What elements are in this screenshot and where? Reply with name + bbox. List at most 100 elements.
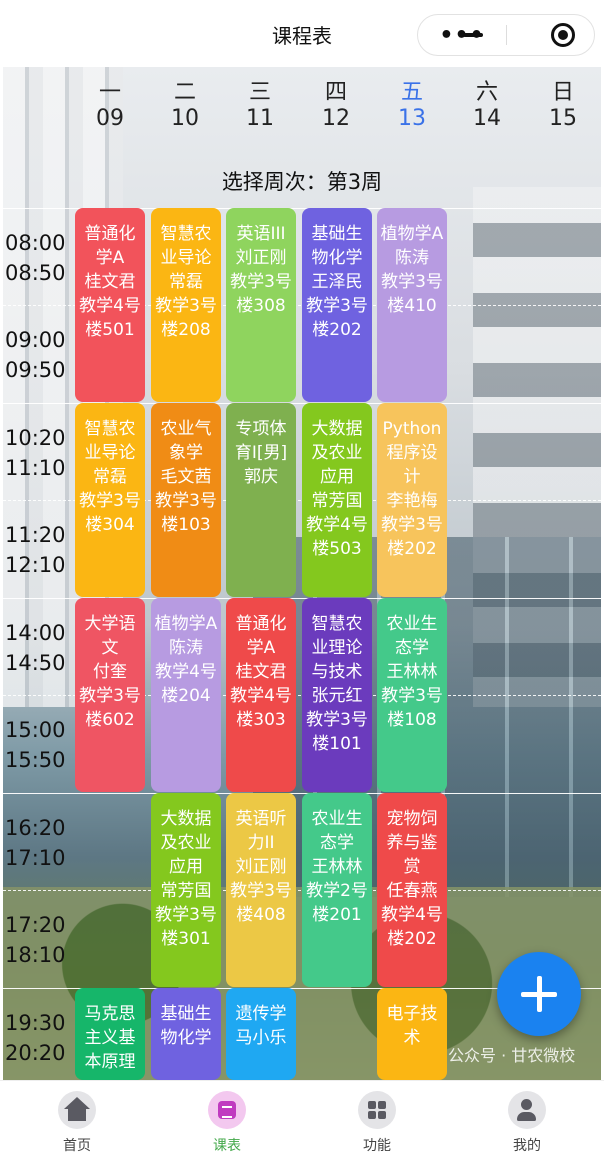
weekday-7: 日 15 (533, 80, 593, 132)
bottom-tab-bar: 首页 课表 功能 我的 (0, 1080, 604, 1162)
weekday-name: 六 (475, 80, 498, 105)
course-card-text: 植物学A 陈涛 教学3号楼410 (380, 224, 444, 316)
time-label: 19:30 (5, 1011, 66, 1035)
weekday-name: 三 (248, 80, 271, 105)
add-course-button[interactable] (497, 952, 581, 1036)
course-card[interactable]: 大数据及农业应用 常芳国 教学4号楼503 (302, 403, 372, 597)
minimize-icon[interactable] (463, 33, 483, 37)
weekday-1: 一 09 (80, 80, 140, 132)
course-card-text: Python程序设计 李艳梅 教学3号楼202 (381, 419, 443, 559)
course-card[interactable]: 植物学A 陈涛 教学4号楼204 (151, 598, 221, 792)
course-card-text: 遗传学 马小乐 (235, 1004, 287, 1048)
weekday-4: 四 12 (306, 80, 366, 132)
course-card-text: 普通化学A 桂文君 教学4号楼501 (79, 224, 141, 340)
course-card-text: 英语听力II 刘正刚 教学3号楼408 (230, 809, 292, 925)
time-label: 15:00 (5, 718, 66, 742)
course-card-text: 大学语文 付奎 教学3号楼602 (79, 614, 141, 730)
course-card[interactable]: 植物学A 陈涛 教学3号楼410 (377, 208, 447, 402)
course-card-text: 大数据及农业应用 常芳国 教学4号楼503 (306, 419, 368, 559)
course-card-text: 智慧农业理论与技术 张元红 教学3号楼101 (306, 614, 368, 754)
time-label: 20:20 (5, 1041, 66, 1065)
schedule-icon (208, 1091, 246, 1129)
time-label: 17:10 (5, 846, 66, 870)
course-card[interactable]: 基础生物化学 (151, 988, 221, 1080)
plus-icon-vertical (536, 976, 542, 1012)
course-card[interactable]: 智慧农业理论与技术 张元红 教学3号楼101 (302, 598, 372, 792)
course-card[interactable]: 英语III 刘正刚 教学3号楼308 (226, 208, 296, 402)
time-label: 09:50 (5, 358, 66, 382)
tab-home-label: 首页 (63, 1138, 91, 1154)
course-card-text: 电子技术 (386, 1004, 438, 1048)
time-label: 11:10 (5, 456, 66, 480)
course-card-text: 基础生物化学 (160, 1004, 212, 1048)
tab-profile[interactable]: 我的 (482, 1091, 572, 1155)
time-label: 14:50 (5, 651, 66, 675)
course-card-text: 普通化学A 桂文君 教学4号楼303 (230, 614, 292, 730)
weekday-name: 一 (98, 80, 121, 105)
course-card-text: 农业生态学 王林林 教学3号楼108 (381, 614, 443, 730)
course-card[interactable]: 大学语文 付奎 教学3号楼602 (75, 598, 145, 792)
time-label: 15:50 (5, 748, 66, 772)
tab-home[interactable]: 首页 (32, 1091, 122, 1155)
weekday-name: 日 (551, 80, 574, 105)
home-icon (58, 1091, 96, 1129)
grid-line-solid (3, 793, 601, 794)
tab-schedule-label: 课表 (213, 1138, 241, 1154)
nav-bar: 课程表 ••• (0, 0, 604, 67)
course-card-text: 植物学A 陈涛 教学4号楼204 (154, 614, 218, 706)
grid-icon (358, 1091, 396, 1129)
weekday-date: 09 (96, 106, 124, 131)
mini-program-capsule: ••• (417, 14, 595, 56)
tab-functions-label: 功能 (363, 1138, 391, 1154)
profile-icon (508, 1091, 546, 1129)
course-card[interactable]: 普通化学A 桂文君 教学4号楼501 (75, 208, 145, 402)
course-card[interactable]: 电子技术 (377, 988, 447, 1080)
week-selector[interactable]: 选择周次：第3周 (0, 166, 604, 196)
weekday-date: 13 (398, 106, 426, 131)
course-card-text: 基础生物化学 王泽民 教学3号楼202 (306, 224, 368, 340)
course-card-text: 马克思主义基本原理 (84, 1004, 136, 1072)
weekday-date: 10 (171, 106, 199, 131)
time-label: 08:50 (5, 261, 66, 285)
course-card[interactable]: 农业生态学 王林林 教学3号楼108 (377, 598, 447, 792)
time-label: 18:10 (5, 943, 66, 967)
course-card[interactable]: 农业生态学 王林林 教学2号楼201 (302, 793, 372, 987)
course-card-text: 农业气象学 毛文茜 教学3号楼103 (155, 419, 217, 535)
weekday-date: 14 (473, 106, 501, 131)
course-card-text: 农业生态学 王林林 教学2号楼201 (306, 809, 368, 925)
course-card[interactable]: 遗传学 马小乐 (226, 988, 296, 1080)
watermark-text: 公众号 · 甘农微校 (448, 1046, 576, 1065)
weekday-date: 11 (246, 106, 274, 131)
course-card-text: 英语III 刘正刚 教学3号楼308 (230, 224, 292, 316)
course-card[interactable]: 智慧农业导论 常磊 教学3号楼208 (151, 208, 221, 402)
course-card-text: 大数据及农业应用 常芳国 教学3号楼301 (155, 809, 217, 949)
course-card[interactable]: 智慧农业导论 常磊 教学3号楼304 (75, 403, 145, 597)
course-card[interactable]: Python程序设计 李艳梅 教学3号楼202 (377, 403, 447, 597)
course-card[interactable]: 专项体育Ⅰ[男] 郭庆 (226, 403, 296, 597)
time-label: 09:00 (5, 328, 66, 352)
weekday-5: 五 13 (382, 80, 442, 132)
course-card[interactable]: 马克思主义基本原理 (75, 988, 145, 1080)
course-card[interactable]: 大数据及农业应用 常芳国 教学3号楼301 (151, 793, 221, 987)
tab-profile-label: 我的 (513, 1138, 541, 1154)
course-card[interactable]: 英语听力II 刘正刚 教学3号楼408 (226, 793, 296, 987)
close-button[interactable] (463, 15, 595, 55)
weekday-date: 12 (322, 106, 350, 131)
more-menu-button[interactable]: ••• (418, 15, 506, 55)
weekday-3: 三 11 (230, 80, 290, 132)
course-card-text: 智慧农业导论 常磊 教学3号楼304 (79, 419, 141, 535)
course-card[interactable]: 宠物饲养与鉴赏 任春燕 教学4号楼202 (377, 793, 447, 987)
course-card-text: 宠物饲养与鉴赏 任春燕 教学4号楼202 (381, 809, 443, 949)
course-card[interactable]: 农业气象学 毛文茜 教学3号楼103 (151, 403, 221, 597)
time-label: 08:00 (5, 231, 66, 255)
course-card[interactable]: 基础生物化学 王泽民 教学3号楼202 (302, 208, 372, 402)
course-card[interactable]: 普通化学A 桂文君 教学4号楼303 (226, 598, 296, 792)
weekday-2: 二 10 (155, 80, 215, 132)
time-label: 17:20 (5, 913, 66, 937)
tab-functions[interactable]: 功能 (332, 1091, 422, 1155)
tab-schedule[interactable]: 课表 (182, 1091, 272, 1155)
weekday-name: 四 (324, 80, 347, 105)
course-card-text: 智慧农业导论 常磊 教学3号楼208 (155, 224, 217, 340)
weekday-date: 15 (549, 106, 577, 131)
time-label: 10:20 (5, 426, 66, 450)
